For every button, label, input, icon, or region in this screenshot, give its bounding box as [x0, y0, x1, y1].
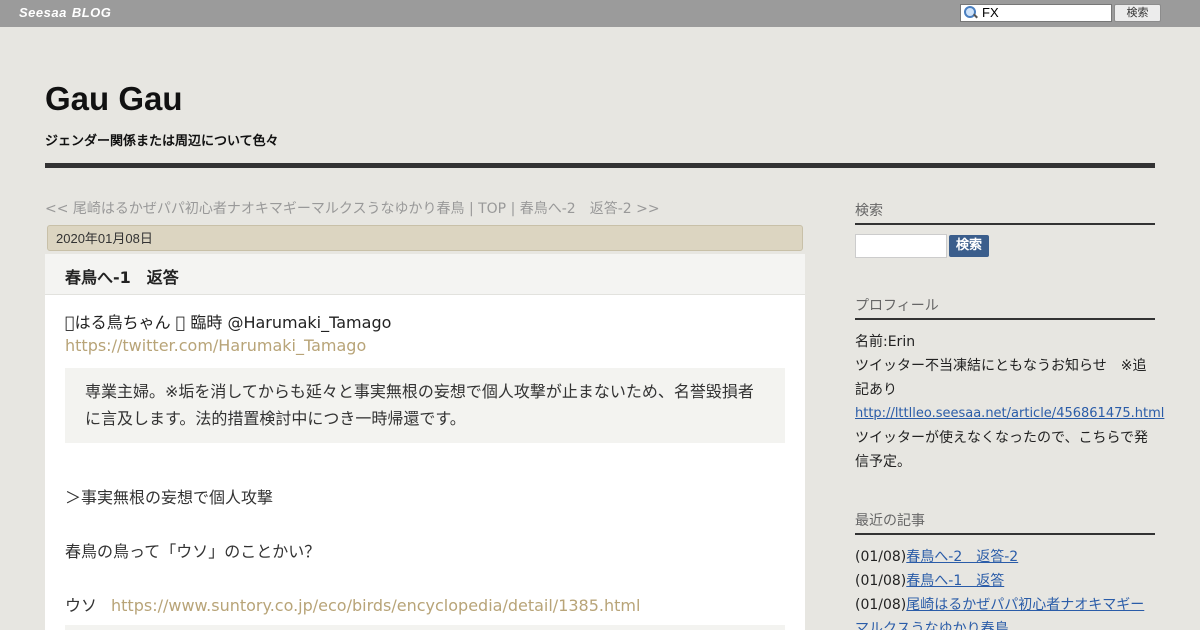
list-item: (01/08)尾崎はるかぜパパ初心者ナオキマギーマルクスうなゆかり春鳥 — [855, 593, 1155, 630]
top-search-input[interactable]: FX — [960, 4, 1112, 22]
seesaa-blog-logo[interactable]: Seesaa BLOG — [19, 5, 111, 20]
brand-suffix: BLOG — [71, 5, 112, 20]
profile-notice: ツイッター不当凍結にともなうお知らせ ※追記あり — [855, 358, 1147, 398]
author-link[interactable]: https://twitter.com/Harumaki_Tamago — [65, 336, 366, 355]
sidebar-search-heading: 検索 — [855, 200, 1155, 225]
post-body: 春鳥へ-1 返答  はる鳥ちゃん   臨時 @Harumaki_Tamago h… — [45, 254, 805, 630]
brand-name: Seesaa — [19, 5, 67, 20]
sidebar-search: 検索 検索 — [855, 200, 1155, 258]
suntory-link[interactable]: https://www.suntory.co.jp/eco/birds/ency… — [111, 596, 640, 615]
sidebar-profile-heading: プロフィール — [855, 295, 1155, 320]
profile-link[interactable]: http://lttlleo.seesaa.net/article/456861… — [855, 402, 1164, 426]
profile-name: 名前:Erin — [855, 334, 916, 350]
post-paragraph-3: ウソ https://www.suntory.co.jp/eco/birds/en… — [65, 592, 640, 616]
profile-note: ツイッターが使えなくなったので、こちらで発信予定。 — [855, 430, 1149, 470]
list-item: (01/08)春鳥へ-2 返答-2 — [855, 545, 1155, 569]
post-title[interactable]: 春鳥へ-1 返答 — [65, 264, 179, 288]
site-description: ジェンダー関係または周辺について色々 — [45, 134, 279, 149]
second-quote — [65, 625, 785, 630]
sidebar-recent-heading: 最近の記事 — [855, 510, 1155, 535]
recent-date: (01/08) — [855, 597, 907, 613]
sidebar-search-input[interactable] — [855, 234, 947, 258]
sidebar-profile: プロフィール 名前:Erin ツイッター不当凍結にともなうお知らせ ※追記あり … — [855, 295, 1164, 474]
list-item: (01/08)春鳥へ-1 返答 — [855, 569, 1155, 593]
sidebar-recent: 最近の記事 (01/08)春鳥へ-2 返答-2 (01/08)春鳥へ-1 返答 … — [855, 510, 1155, 630]
post-navigation[interactable]: << 尾崎はるかぜパパ初心者ナオキマギーマルクスうなゆかり春鳥 | TOP | … — [45, 198, 805, 218]
post-date: 2020年01月08日 — [47, 225, 803, 251]
recent-date: (01/08) — [855, 549, 907, 565]
recent-list: (01/08)春鳥へ-2 返答-2 (01/08)春鳥へ-1 返答 (01/08… — [855, 545, 1155, 630]
top-search-button[interactable]: 検索 — [1114, 4, 1161, 22]
header-divider — [45, 163, 1155, 168]
post-paragraph-2: 春鳥の鳥って「ウソ」のことかい？ — [65, 542, 321, 561]
recent-link[interactable]: 春鳥へ-2 返答-2 — [906, 549, 1018, 565]
top-bar: Seesaa BLOG FX 検索 — [0, 0, 1200, 27]
author-line:  はる鳥ちゃん   臨時 @Harumaki_Tamago — [65, 313, 392, 332]
profile-body: 名前:Erin ツイッター不当凍結にともなうお知らせ ※追記あり http://… — [855, 330, 1164, 474]
post-paragraph-1: ＞事実無根の妄想で個人攻撃 — [65, 488, 274, 507]
sidebar-search-button[interactable]: 検索 — [949, 235, 989, 257]
recent-link[interactable]: 春鳥へ-1 返答 — [906, 573, 1004, 589]
profile-quote: 専業主婦。※垢を消してからも延々と事実無根の妄想で個人攻撃が止まないため、名誉毀… — [65, 368, 785, 443]
uso-label: ウソ — [65, 596, 98, 615]
post-title-bar: 春鳥へ-1 返答 — [45, 254, 805, 295]
site-title[interactable]: Gau Gau — [45, 80, 183, 118]
magnifier-icon — [963, 6, 978, 20]
recent-date: (01/08) — [855, 573, 907, 589]
top-search-value: FX — [982, 5, 999, 20]
